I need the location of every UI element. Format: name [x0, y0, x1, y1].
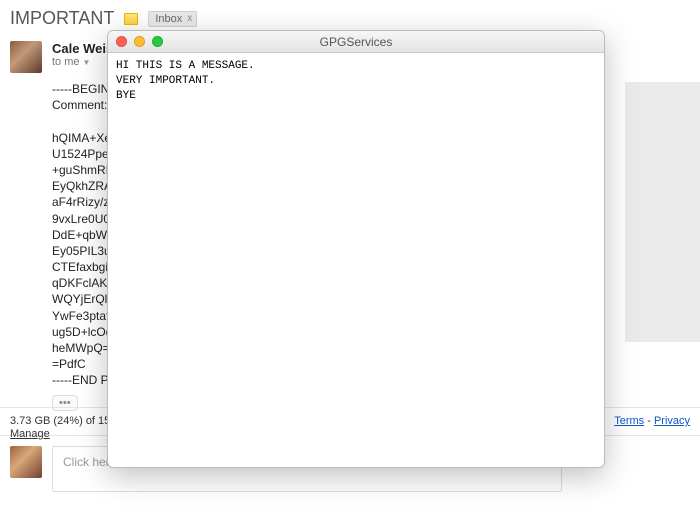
avatar[interactable]: [10, 446, 42, 478]
privacy-link[interactable]: Privacy: [654, 415, 690, 427]
sidebar-ad-area: [625, 82, 700, 342]
label-icon[interactable]: [124, 13, 138, 25]
sep: -: [644, 415, 654, 427]
avatar[interactable]: [10, 41, 42, 73]
window-minimize-icon[interactable]: [134, 36, 145, 47]
inbox-chip[interactable]: Inbox x: [148, 11, 197, 27]
to-target: me: [64, 56, 79, 68]
subject-title: IMPORTANT: [10, 8, 114, 29]
close-icon[interactable]: x: [187, 13, 192, 24]
to-prefix: to: [52, 56, 61, 68]
terms-link[interactable]: Terms: [614, 415, 644, 427]
gpg-window[interactable]: GPGServices HI THIS IS A MESSAGE. VERY I…: [107, 30, 605, 468]
window-zoom-icon[interactable]: [152, 36, 163, 47]
window-close-icon[interactable]: [116, 36, 127, 47]
inbox-chip-label: Inbox: [155, 13, 182, 25]
window-content: HI THIS IS A MESSAGE. VERY IMPORTANT. BY…: [108, 53, 604, 110]
chevron-down-icon[interactable]: ▼: [82, 58, 90, 67]
window-titlebar[interactable]: GPGServices: [108, 31, 604, 53]
window-title: GPGServices: [108, 35, 604, 49]
